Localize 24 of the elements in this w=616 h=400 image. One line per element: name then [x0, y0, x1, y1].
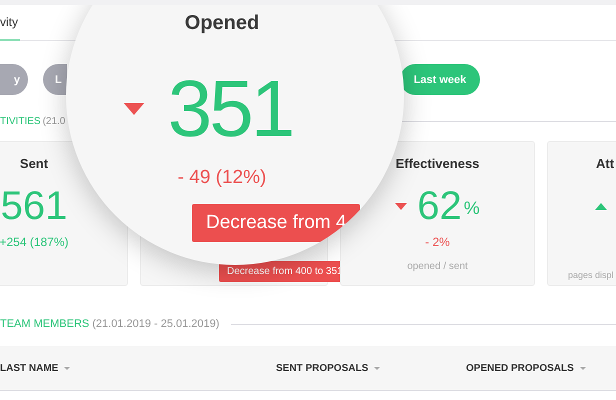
stat-value: 62: [417, 184, 462, 228]
section-title: TEAM MEMBERS: [0, 318, 90, 330]
change-text: +254 (187%): [0, 235, 69, 249]
change-text: - 2%: [425, 235, 450, 249]
tab[interactable]: vity: [0, 15, 20, 41]
caret-icon: [64, 366, 70, 370]
caret-icon: [580, 366, 586, 370]
card-title: Opened: [184, 11, 260, 35]
card-title: Sent: [20, 156, 48, 171]
section-title: TIVITIES: [0, 116, 41, 127]
date-range: (21.01.2019 - 25.01.2019): [92, 318, 220, 330]
change-text: - 49 (12%): [178, 167, 266, 189]
card-title: Effectiveness: [396, 156, 480, 171]
card-note: opened / sent: [407, 261, 468, 272]
column-header[interactable]: OPENED PROPOSALS: [466, 362, 616, 374]
column-header[interactable]: LAST NAME: [0, 362, 276, 374]
date-range: (21.0: [42, 116, 66, 127]
column-header[interactable]: SENT PROPOSALS: [276, 362, 466, 374]
card-note: pages displ: [568, 270, 614, 280]
caret-icon: [374, 366, 380, 370]
card-title: Att: [596, 156, 614, 171]
stat-value: 351: [168, 73, 292, 145]
stat-value: 561: [0, 184, 68, 228]
unit-label: %: [464, 198, 480, 219]
